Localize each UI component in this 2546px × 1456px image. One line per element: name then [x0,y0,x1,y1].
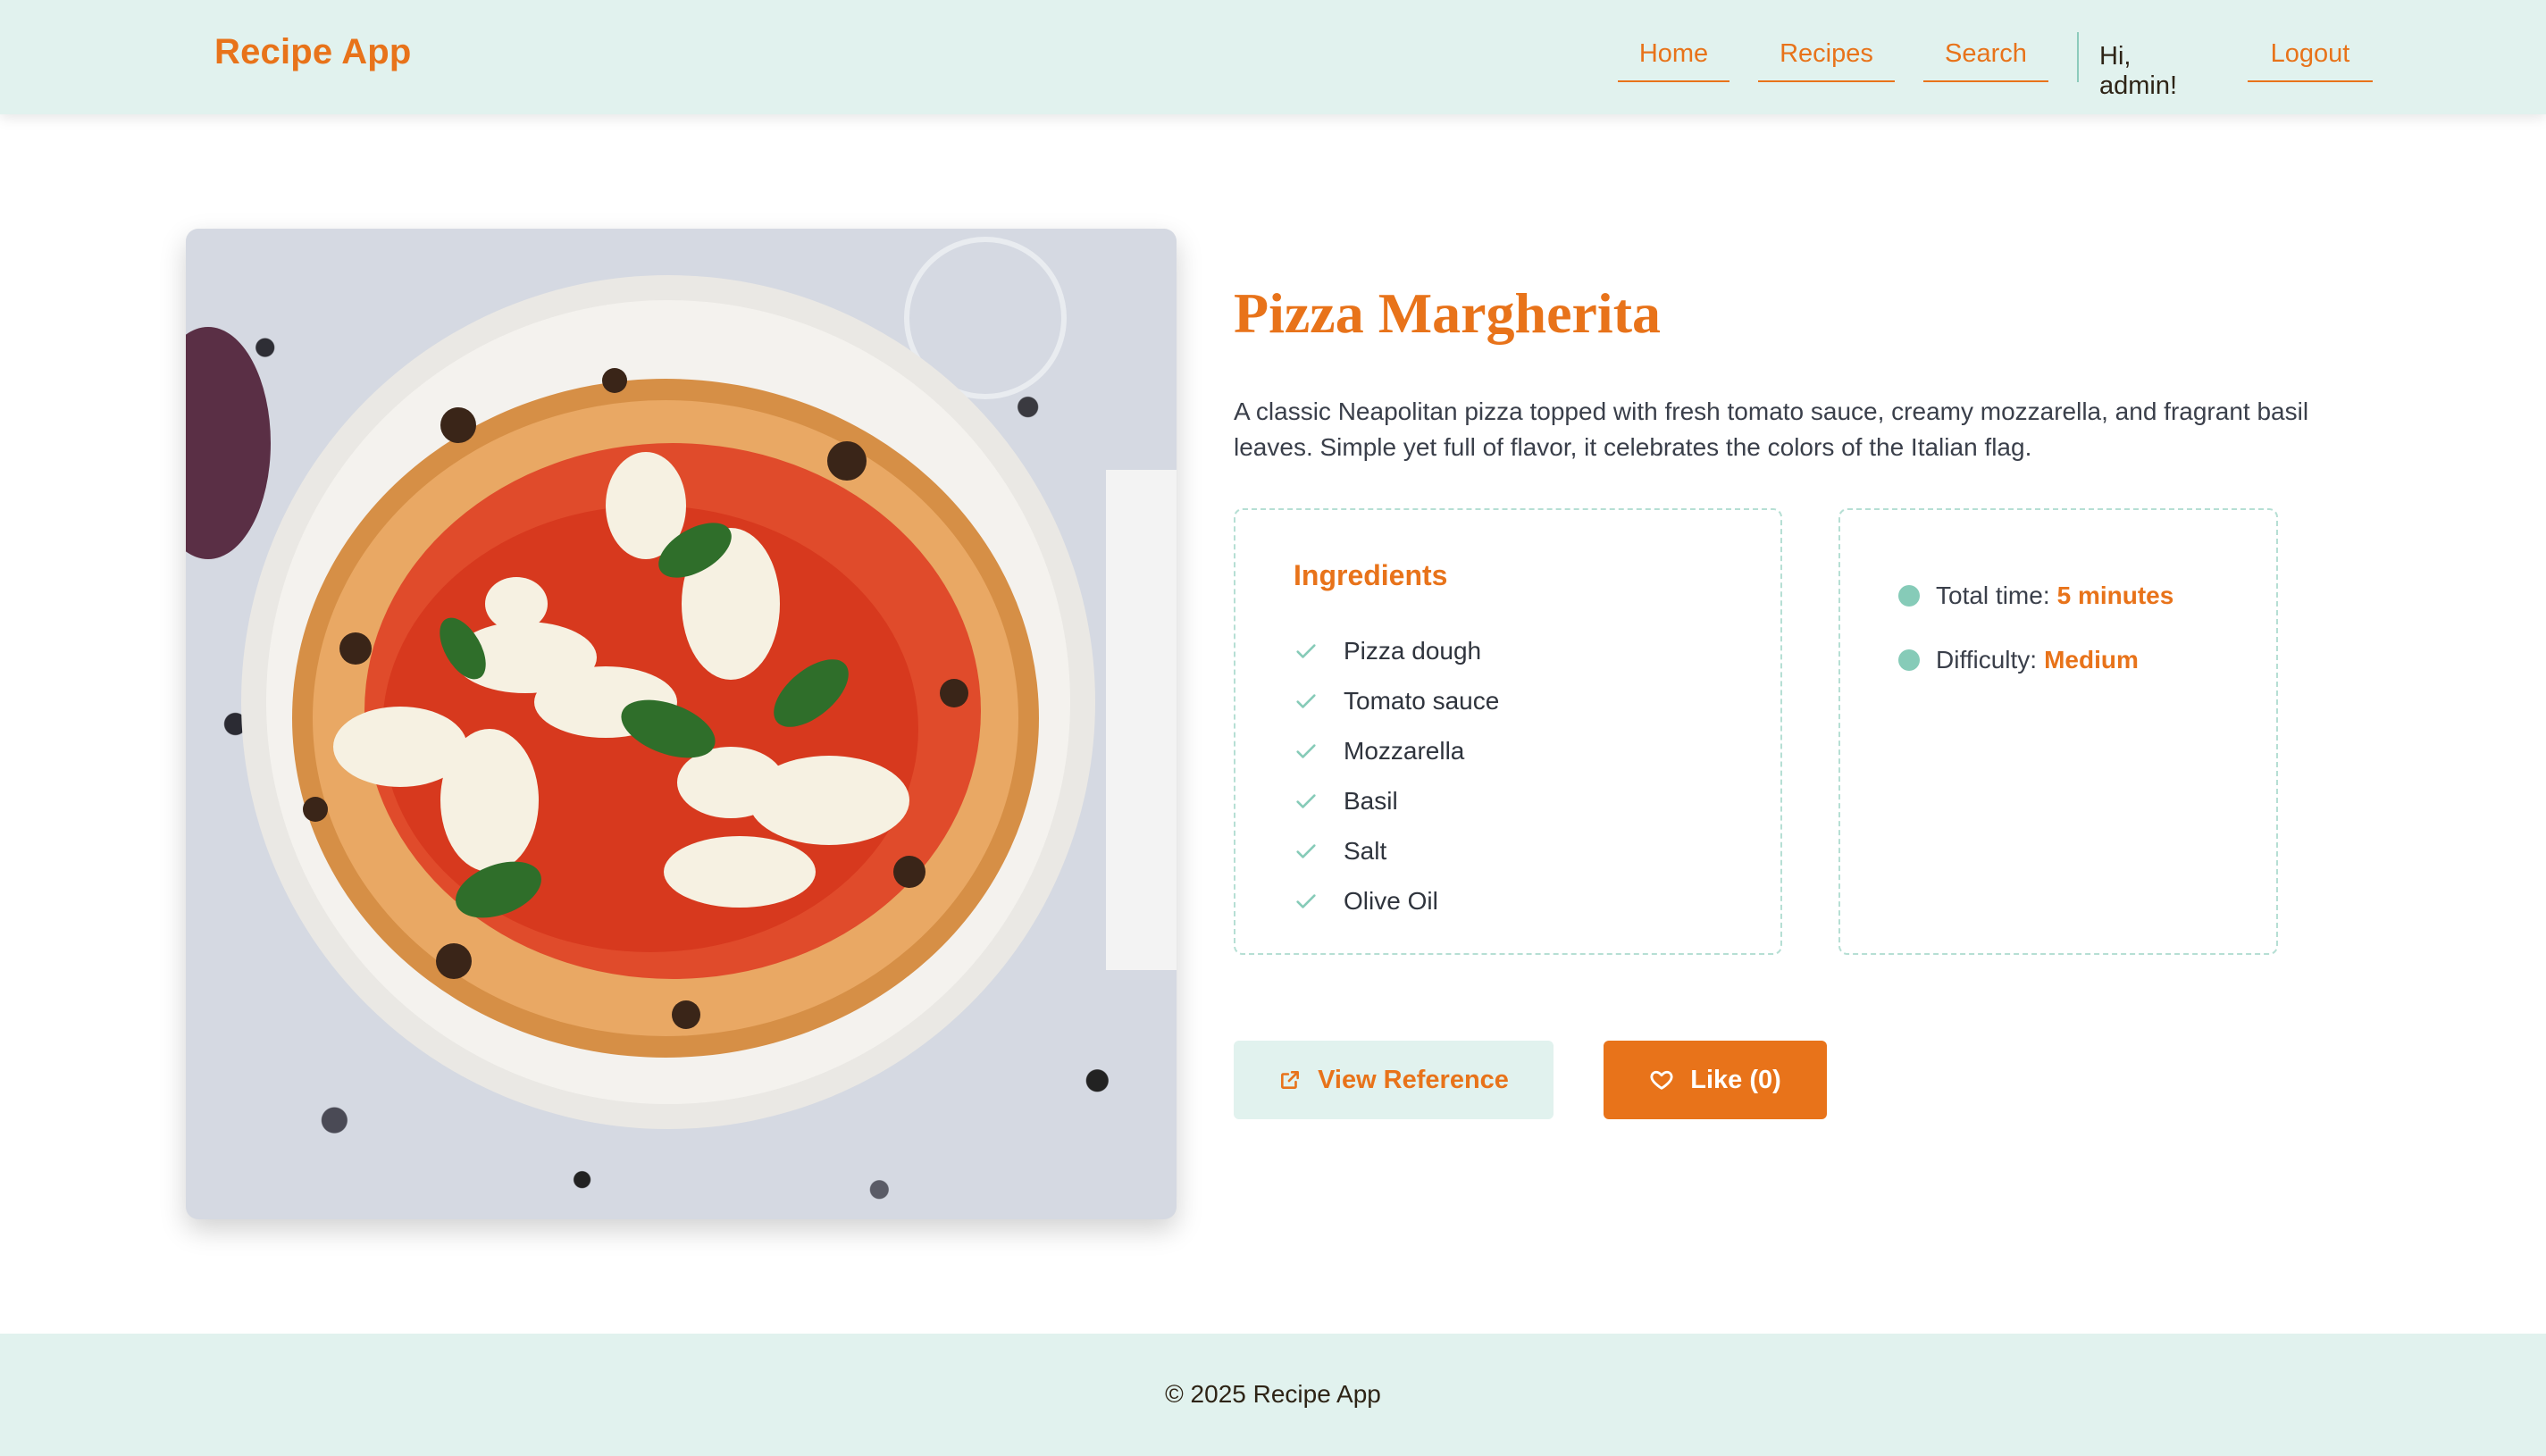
top-navbar: Recipe App Home Recipes Search Hi, admin… [0,0,2546,114]
dot-icon [1898,649,1920,671]
ingredient-label: Salt [1344,837,1387,865]
meta-list: Total time: 5 minutes Difficulty: Medium [1898,564,2173,692]
difficulty-label: Difficulty: [1936,646,2038,674]
check-icon [1296,644,1316,658]
ingredient-label: Pizza dough [1344,637,1482,665]
nav-link-recipes[interactable]: Recipes [1758,39,1895,82]
ingredient-item: Basil [1294,776,1499,826]
view-reference-label: View Reference [1318,1065,1509,1094]
heart-icon [1650,1070,1673,1090]
check-icon [1296,694,1316,708]
nav-divider [2077,32,2079,82]
ingredient-list: Pizza dough Tomato sauce Mozzarella Basi… [1294,626,1499,926]
recipe-description: A classic Neapolitan pizza topped with f… [1234,397,2309,461]
ingredients-heading: Ingredients [1294,559,1448,591]
nav-link-logout[interactable]: Logout [2248,39,2373,82]
ingredient-item: Pizza dough [1294,626,1499,676]
ingredient-label: Basil [1344,787,1398,815]
page-footer: © 2025 Recipe App [0,1334,2546,1456]
ingredients-card: Ingredients Pizza dough Tomato sauce Moz… [1234,508,1782,955]
ingredient-item: Tomato sauce [1294,676,1499,726]
recipe-title: Pizza Margherita [1234,281,1661,345]
recipe-image [186,229,1177,1219]
user-greeting: Hi, admin! [2099,42,2178,100]
view-reference-button[interactable]: View Reference [1234,1041,1554,1119]
ingredient-label: Tomato sauce [1344,687,1500,715]
check-icon [1296,794,1316,808]
ingredient-item: Olive Oil [1294,876,1499,926]
total-time-label: Total time: [1936,582,2050,609]
nav-link-search[interactable]: Search [1923,39,2048,82]
like-label: Like (0) [1690,1065,1781,1094]
external-link-icon [1281,1071,1300,1089]
total-time-value: 5 minutes [2056,582,2174,609]
ingredient-label: Olive Oil [1344,887,1438,915]
check-icon [1296,894,1316,908]
like-button[interactable]: Like (0) [1604,1041,1827,1119]
recipe-meta-card: Total time: 5 minutes Difficulty: Medium [1838,508,2278,955]
nav-link-home[interactable]: Home [1618,39,1729,82]
brand-logo[interactable]: Recipe App [214,32,412,72]
ingredient-item: Mozzarella [1294,726,1499,776]
footer-copyright: © 2025 Recipe App [1165,1380,1381,1408]
meta-total-time: Total time: 5 minutes [1898,564,2173,628]
dot-icon [1898,585,1920,607]
meta-difficulty: Difficulty: Medium [1898,628,2173,692]
difficulty-value: Medium [2044,646,2139,674]
ingredient-label: Mozzarella [1344,737,1465,765]
check-icon [1296,744,1316,758]
ingredient-item: Salt [1294,826,1499,876]
check-icon [1296,844,1316,858]
pizza-illustration [186,237,1177,1129]
